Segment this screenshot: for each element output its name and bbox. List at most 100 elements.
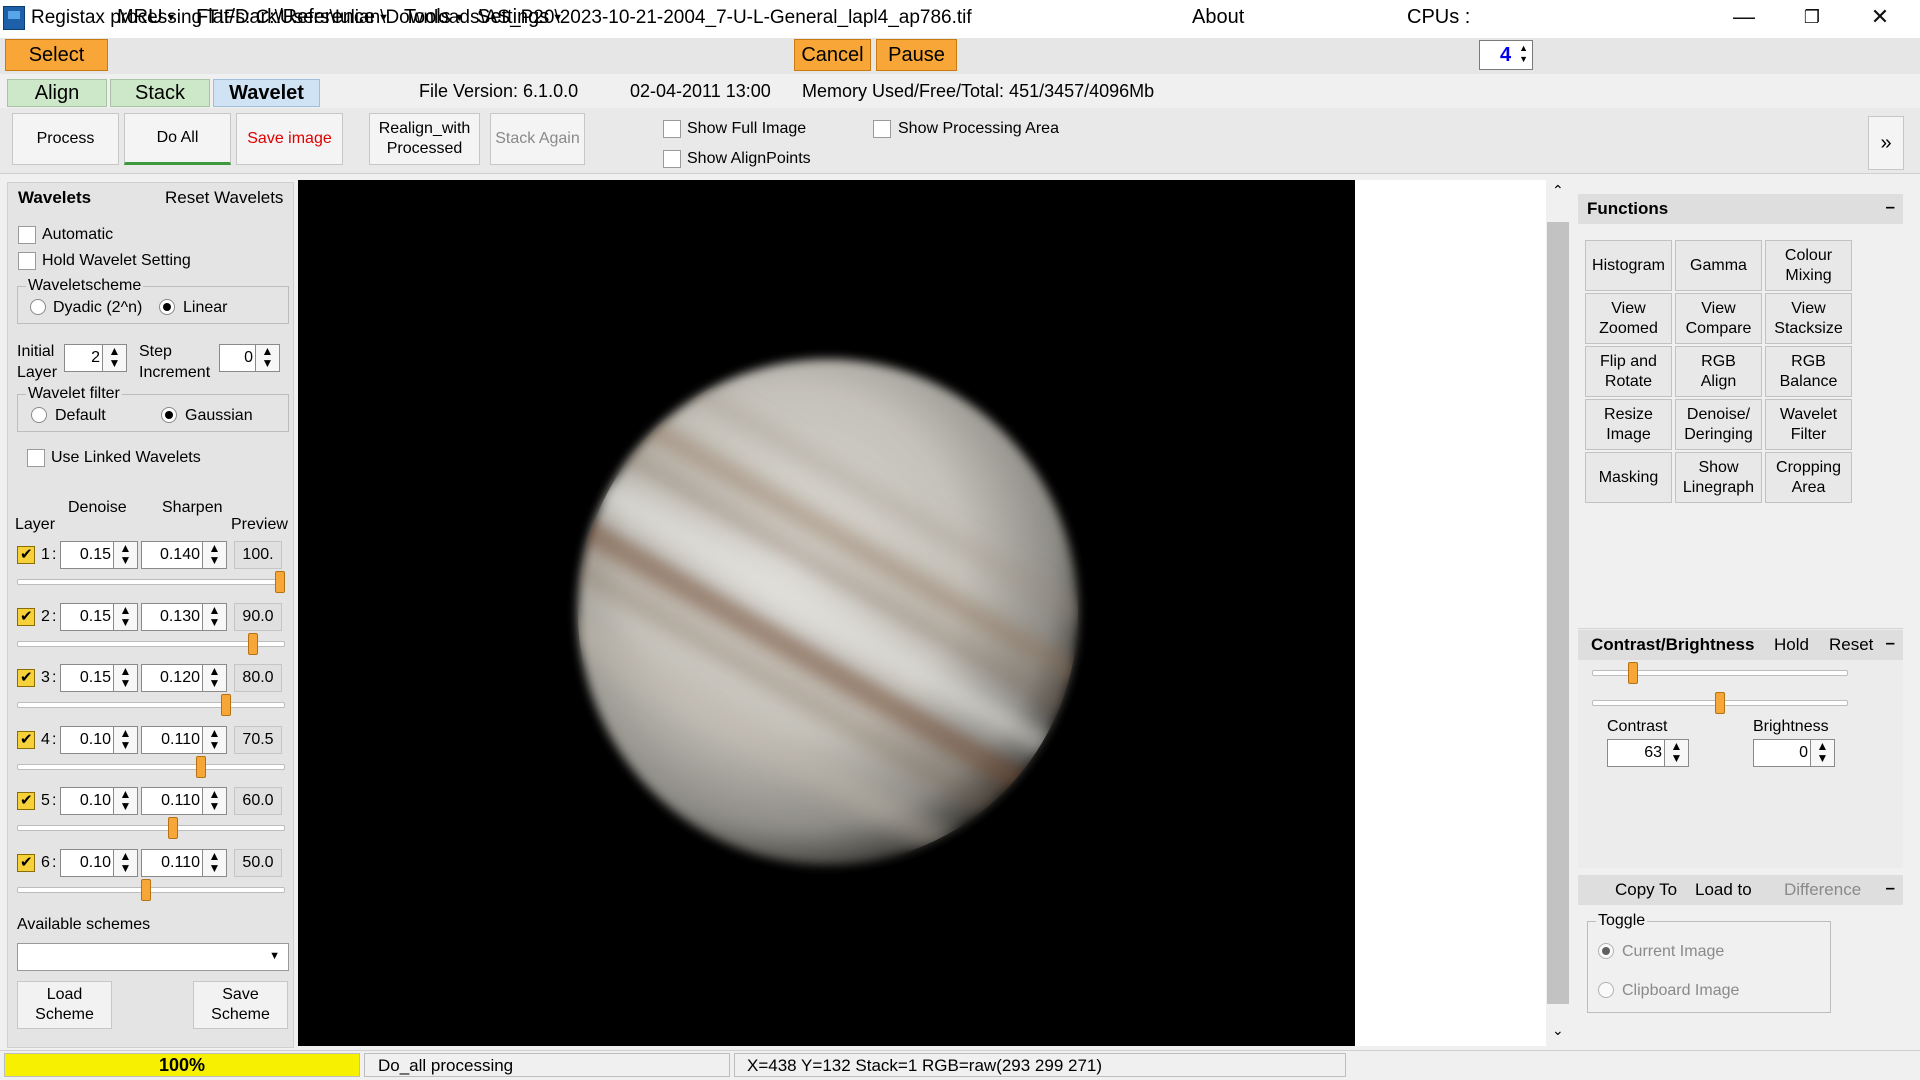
automatic-checkbox[interactable] [18,226,36,244]
reset-button[interactable]: Reset [1829,635,1873,655]
use-linked-wavelets-checkbox[interactable] [27,449,45,467]
function-button-show-linegraph[interactable]: Show Linegraph [1675,452,1762,503]
process-button[interactable]: Process [12,113,119,165]
gaussian-filter-radio[interactable] [161,407,177,423]
function-button-flip-and-rotate[interactable]: Flip and Rotate [1585,346,1672,397]
image-canvas[interactable] [298,180,1355,1046]
layer-preview-slider[interactable] [17,579,285,585]
layer-preview-slider[interactable] [17,887,285,893]
show-alignpoints-checkbox[interactable] [663,150,681,168]
realign-with-processed-button[interactable]: Realign_with Processed [369,113,480,165]
function-button-histogram[interactable]: Histogram [1585,240,1672,291]
pause-button[interactable]: Pause [876,39,957,71]
difference-button[interactable]: Difference [1784,880,1861,900]
clipboard-image-radio[interactable] [1598,982,1614,998]
default-filter-radio[interactable] [31,407,47,423]
function-button-view-compare[interactable]: View Compare [1675,293,1762,344]
load-to-button[interactable]: Load to [1695,880,1752,900]
layer-denoise-spinner[interactable]: 0.10 ▲ ▼ [60,849,138,877]
layer-denoise-spinner[interactable]: 0.15 ▲ ▼ [60,541,138,569]
function-button-colour-mixing[interactable]: Colour Mixing [1765,240,1852,291]
layer-checkbox[interactable] [17,791,35,810]
copy-collapse-button[interactable]: – [1886,878,1895,898]
cpus-spinner[interactable]: 4 ▲ ▼ [1479,40,1533,70]
contrast-slider-thumb[interactable] [1628,662,1638,684]
menu-flat-dark-reference[interactable]: Flat/Dark/Reference ▼ [196,6,389,29]
layer-checkbox[interactable] [17,607,35,626]
select-button[interactable]: Select [5,39,108,71]
menu-mru[interactable]: MRU ▼ [117,6,176,29]
current-image-radio[interactable] [1598,943,1614,959]
hold-wavelet-checkbox[interactable] [18,252,36,270]
layer-checkbox[interactable] [17,730,35,749]
layer-denoise-spinner[interactable]: 0.15 ▲ ▼ [60,664,138,692]
linear-radio[interactable] [159,299,175,315]
layer-sharpen-spinner[interactable]: 0.140 ▲ ▼ [141,541,227,569]
layer-preview-slider[interactable] [17,764,285,770]
contrast-spinner[interactable]: 63 ▲ ▼ [1607,739,1689,767]
layer-sharpen-spinner[interactable]: 0.110 ▲ ▼ [141,787,227,815]
copy-to-button[interactable]: Copy To [1615,880,1677,900]
function-button-gamma[interactable]: Gamma [1675,240,1762,291]
schemes-dropdown[interactable]: ▼ [17,943,289,971]
brightness-spinner[interactable]: 0 ▲ ▼ [1753,739,1835,767]
minimize-button[interactable]: — [1710,0,1778,34]
layer-checkbox[interactable] [17,545,35,564]
tab-wavelet[interactable]: Wavelet [213,79,320,107]
layer-preview-slider[interactable] [17,825,285,831]
function-button-masking[interactable]: Masking [1585,452,1672,503]
close-button[interactable]: ✕ [1846,0,1914,34]
reset-wavelets-button[interactable]: Reset Wavelets [165,188,283,208]
layer-preview-slider-thumb[interactable] [196,756,206,778]
function-button-resize-image[interactable]: Resize Image [1585,399,1672,450]
save-scheme-button[interactable]: Save Scheme [193,981,288,1029]
show-processing-area-checkbox[interactable] [873,120,891,138]
layer-preview-slider-thumb[interactable] [275,571,285,593]
dyadic-radio[interactable] [30,299,46,315]
menu-tools[interactable]: Tools ▼ [404,6,465,29]
function-button-denoise-deringing[interactable]: Denoise/Deringing [1675,399,1762,450]
layer-sharpen-spinner[interactable]: 0.110 ▲ ▼ [141,726,227,754]
function-button-view-zoomed[interactable]: View Zoomed [1585,293,1672,344]
layer-denoise-spinner[interactable]: 0.10 ▲ ▼ [60,787,138,815]
layer-preview-slider-thumb[interactable] [248,633,258,655]
function-button-rgb-balance[interactable]: RGB Balance [1765,346,1852,397]
hold-button[interactable]: Hold [1774,635,1809,655]
layer-preview-slider-thumb[interactable] [168,817,178,839]
spin-arrows-icon[interactable]: ▲ ▼ [1519,43,1528,65]
expand-panel-button[interactable]: » [1868,116,1904,170]
function-button-cropping-area[interactable]: Cropping Area [1765,452,1852,503]
layer-preview-slider-thumb[interactable] [141,879,151,901]
function-button-view-stacksize[interactable]: View Stacksize [1765,293,1852,344]
layer-preview-slider-thumb[interactable] [221,694,231,716]
menu-settings[interactable]: Settings ▼ [477,6,563,29]
about-menu[interactable]: About [1192,6,1244,29]
layer-sharpen-spinner[interactable]: 0.110 ▲ ▼ [141,849,227,877]
layer-preview-slider[interactable] [17,641,285,647]
step-increment-spinner[interactable]: 0 ▲ ▼ [219,344,280,372]
tab-stack[interactable]: Stack [110,79,210,107]
initial-layer-spinner[interactable]: 2 ▲ ▼ [64,344,127,372]
restore-button[interactable]: ❐ [1778,0,1846,34]
layer-sharpen-spinner[interactable]: 0.130 ▲ ▼ [141,603,227,631]
save-image-button[interactable]: Save image [236,113,343,165]
brightness-slider-thumb[interactable] [1715,692,1725,714]
do-all-button[interactable]: Do All [124,113,231,165]
layer-preview-slider[interactable] [17,702,285,708]
scroll-down-icon[interactable]: ⌄ [1552,1022,1564,1039]
cancel-button[interactable]: Cancel [794,39,871,71]
layer-denoise-spinner[interactable]: 0.15 ▲ ▼ [60,603,138,631]
scrollbar-thumb[interactable] [1547,222,1569,1004]
function-button-rgb-align[interactable]: RGB Align [1675,346,1762,397]
stack-again-button[interactable]: Stack Again [490,113,585,165]
layer-checkbox[interactable] [17,668,35,687]
load-scheme-button[interactable]: Load Scheme [17,981,112,1029]
contrast-collapse-button[interactable]: – [1886,633,1895,653]
scroll-up-icon[interactable]: ⌃ [1552,182,1564,199]
layer-denoise-spinner[interactable]: 0.10 ▲ ▼ [60,726,138,754]
function-button-wavelet-filter[interactable]: Wavelet Filter [1765,399,1852,450]
show-full-image-checkbox[interactable] [663,120,681,138]
tab-align[interactable]: Align [7,79,107,107]
functions-collapse-button[interactable]: – [1886,197,1895,217]
layer-sharpen-spinner[interactable]: 0.120 ▲ ▼ [141,664,227,692]
